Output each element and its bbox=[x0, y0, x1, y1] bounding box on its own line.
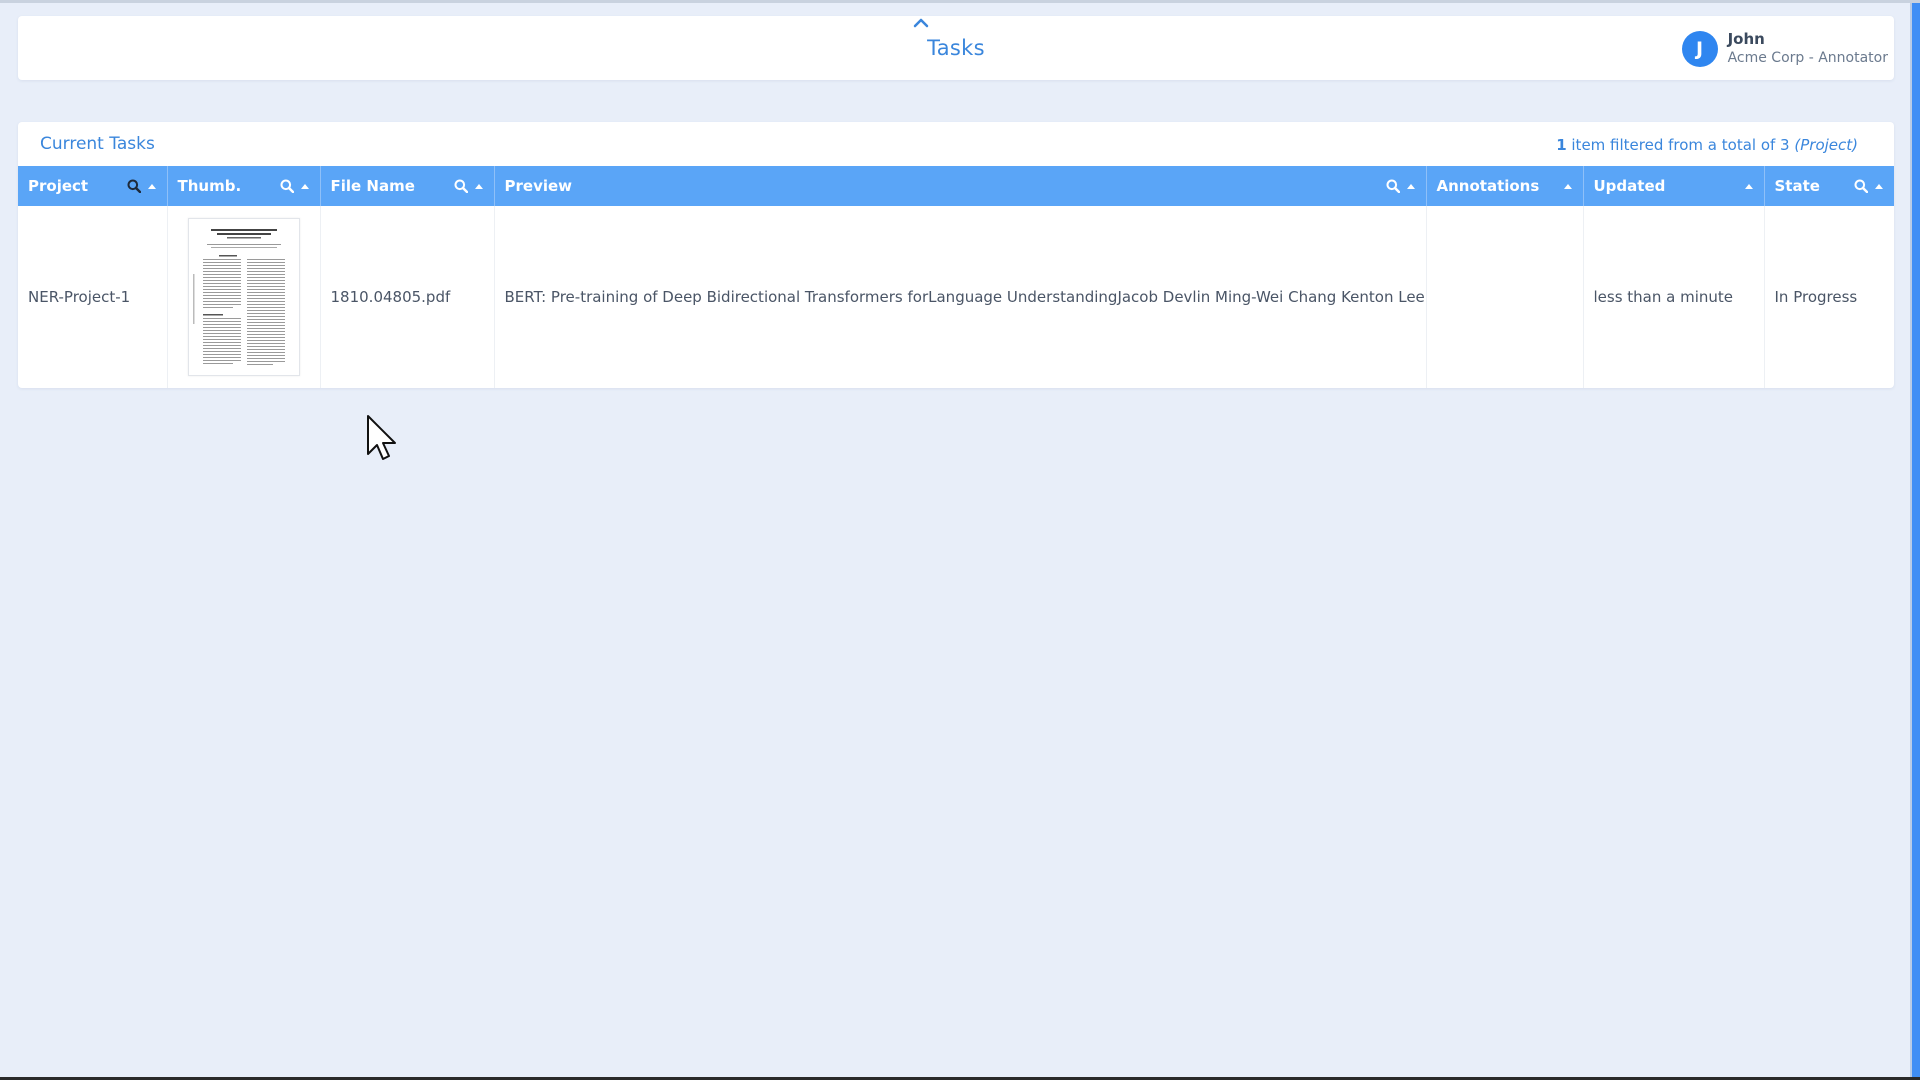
panel-title: Current Tasks bbox=[40, 134, 155, 154]
sort-asc-icon[interactable] bbox=[1563, 182, 1573, 190]
column-header-project[interactable]: Project bbox=[18, 166, 168, 206]
filter-info: 1 item filtered from a total of 3 (Proje… bbox=[1556, 136, 1858, 154]
filter-count: 1 bbox=[1556, 136, 1567, 154]
app-header: Tasks J John Acme Corp - Annotator bbox=[18, 16, 1894, 80]
user-name: John bbox=[1727, 30, 1765, 48]
filter-text: item filtered from a total of 3 bbox=[1566, 136, 1795, 154]
cell-file-name[interactable]: 1810.04805.pdf bbox=[320, 206, 495, 388]
cell-preview: BERT: Pre-training of Deep Bidirectional… bbox=[494, 206, 1427, 388]
filter-scope: (Project) bbox=[1794, 136, 1858, 154]
search-icon[interactable] bbox=[127, 179, 141, 193]
cell-thumb bbox=[167, 206, 321, 388]
user-info: John Acme Corp - Annotator bbox=[1728, 30, 1888, 68]
column-label: State bbox=[1774, 177, 1820, 195]
column-header-file-name[interactable]: File Name bbox=[320, 166, 495, 206]
cell-updated: less than a minute bbox=[1583, 206, 1765, 388]
sort-asc-icon[interactable] bbox=[1874, 182, 1884, 190]
search-icon[interactable] bbox=[1854, 179, 1868, 193]
cell-state: In Progress bbox=[1774, 288, 1858, 306]
column-label: Thumb. bbox=[177, 177, 242, 195]
search-icon[interactable] bbox=[1386, 179, 1400, 193]
search-icon[interactable] bbox=[454, 179, 468, 193]
column-label: Project bbox=[28, 177, 89, 195]
column-label: Preview bbox=[504, 177, 573, 195]
sort-asc-icon[interactable] bbox=[300, 182, 310, 190]
column-label: Annotations bbox=[1436, 177, 1540, 195]
page-title: Tasks bbox=[927, 36, 985, 60]
window-top-border bbox=[0, 0, 1920, 3]
table-header-row: Project Thumb. File Name Preview Annotat… bbox=[18, 166, 1894, 206]
sort-asc-icon[interactable] bbox=[474, 182, 484, 190]
column-label: Updated bbox=[1593, 177, 1666, 195]
column-header-preview[interactable]: Preview bbox=[494, 166, 1427, 206]
sort-asc-icon[interactable] bbox=[147, 182, 157, 190]
table-row[interactable]: NER-Project-1 1810.04805.pdf BERT: Pre-t… bbox=[18, 206, 1894, 388]
user-org: Acme Corp - Annotator bbox=[1727, 50, 1888, 66]
column-header-thumb[interactable]: Thumb. bbox=[167, 166, 321, 206]
cell-project: NER-Project-1 bbox=[18, 206, 168, 388]
sort-asc-icon[interactable] bbox=[1744, 182, 1754, 190]
avatar[interactable]: J bbox=[1681, 31, 1718, 67]
current-tasks-panel: Current Tasks 1 item filtered from a tot… bbox=[18, 122, 1894, 388]
column-header-updated[interactable]: Updated bbox=[1583, 166, 1765, 206]
document-thumbnail[interactable] bbox=[187, 218, 300, 376]
collapse-header-button[interactable] bbox=[906, 14, 936, 32]
thumbnail-page-image bbox=[192, 229, 285, 365]
column-header-state[interactable]: State bbox=[1764, 166, 1894, 206]
sort-asc-icon[interactable] bbox=[1406, 182, 1416, 190]
cell-annotations bbox=[1426, 206, 1584, 388]
tasks-table: Project Thumb. File Name Preview Annotat… bbox=[18, 166, 1894, 388]
column-label: File Name bbox=[330, 177, 415, 195]
scrollbar[interactable] bbox=[1912, 3, 1920, 1077]
column-header-annotations[interactable]: Annotations bbox=[1426, 166, 1584, 206]
user-menu[interactable]: J John Acme Corp - Annotator bbox=[1681, 30, 1888, 68]
search-icon[interactable] bbox=[280, 179, 294, 193]
mouse-cursor-icon bbox=[367, 415, 396, 460]
chevron-up-icon bbox=[913, 18, 929, 28]
